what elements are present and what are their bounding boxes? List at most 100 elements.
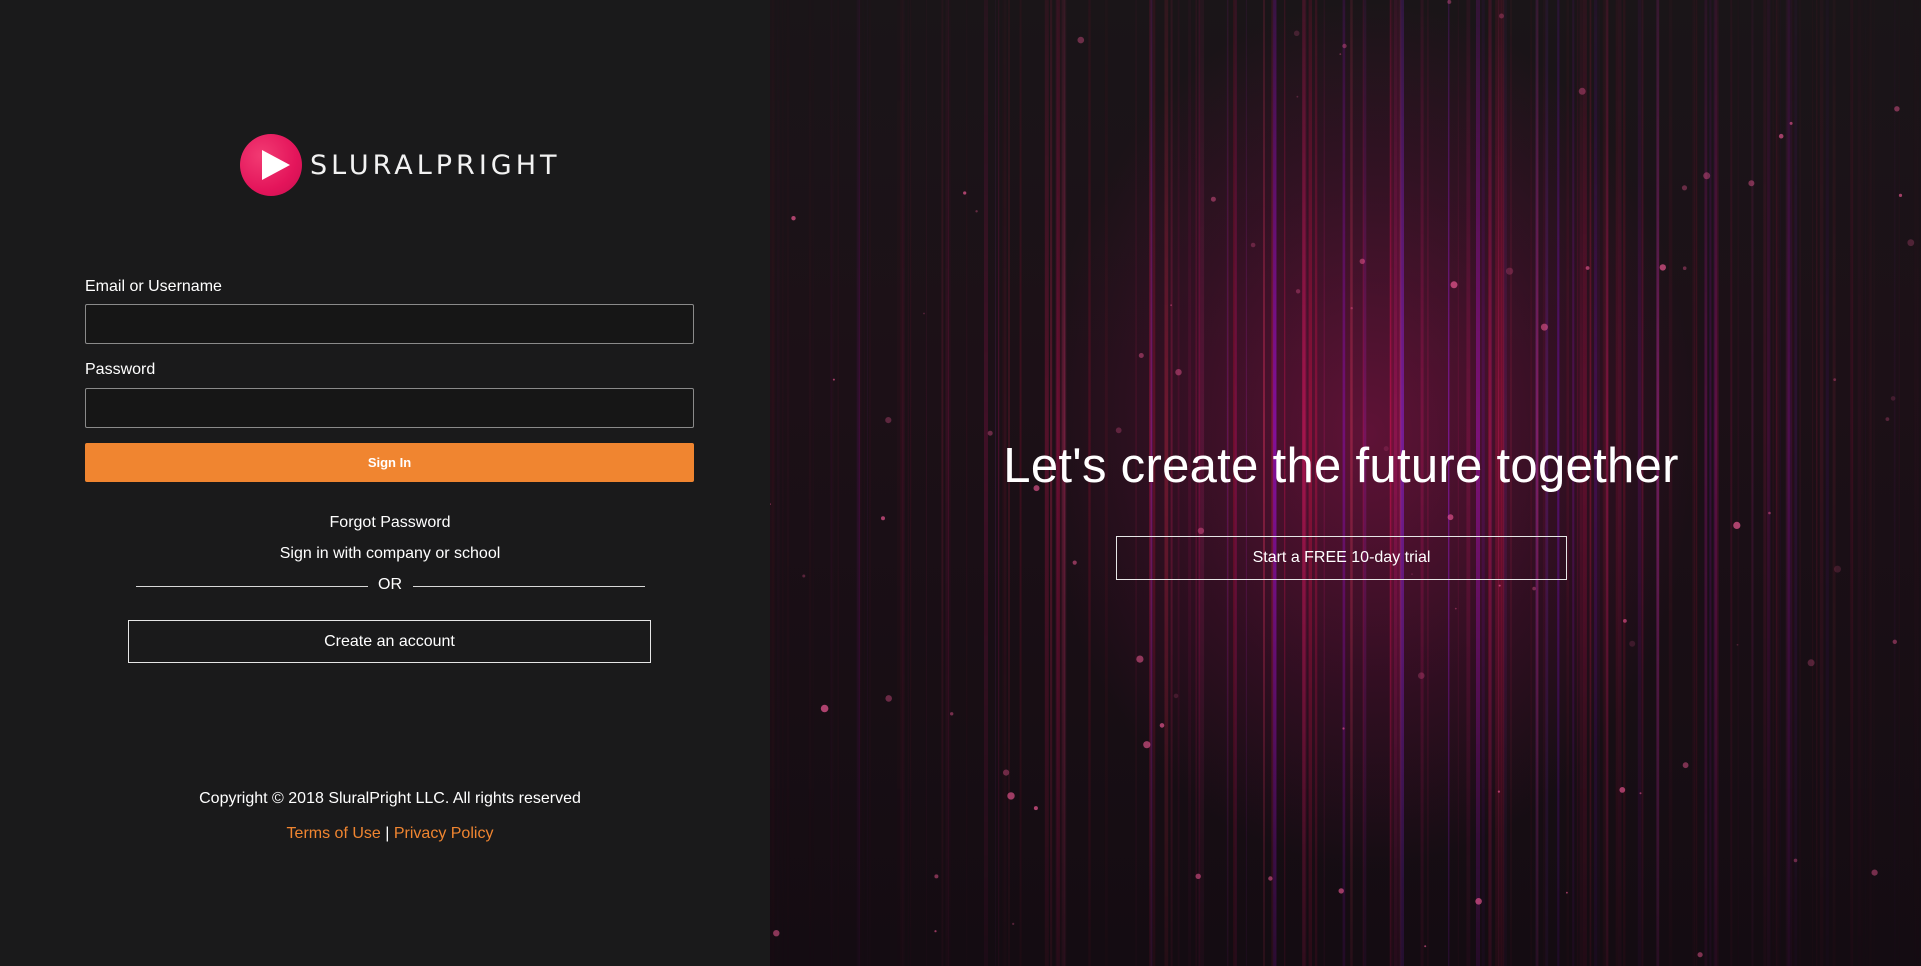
background-particle — [1498, 584, 1501, 587]
background-particle — [802, 574, 806, 578]
background-particle — [1697, 952, 1703, 958]
background-particle — [885, 695, 892, 702]
background-particle — [1418, 672, 1425, 679]
background-particle — [1210, 196, 1216, 202]
background-particle — [1143, 741, 1151, 749]
company-signin-link[interactable]: Sign in with company or school — [0, 545, 780, 563]
background-particle — [1748, 180, 1755, 187]
background-particle — [1197, 527, 1205, 534]
forgot-password-link[interactable]: Forgot Password — [0, 514, 780, 532]
background-particle — [1639, 792, 1642, 795]
background-particle — [1789, 121, 1793, 125]
background-particle — [1629, 640, 1636, 647]
background-particle — [1170, 304, 1172, 307]
terms-link[interactable]: Terms of Use — [287, 825, 381, 842]
background-particle — [1778, 133, 1784, 139]
background-particle — [1195, 873, 1201, 879]
background-particle — [1077, 36, 1085, 44]
background-particle — [1585, 266, 1590, 270]
background-particle — [1475, 898, 1482, 905]
background-particle — [1359, 258, 1365, 264]
background-particle — [1506, 267, 1514, 275]
background-particle — [832, 378, 835, 381]
background-particle — [1681, 185, 1688, 191]
background-particle — [1175, 369, 1182, 376]
username-input[interactable] — [85, 304, 694, 344]
background-particle — [1007, 792, 1015, 800]
background-particle — [1424, 945, 1427, 948]
background-particle — [1342, 727, 1345, 730]
background-particle — [773, 930, 780, 937]
background-particle — [1768, 511, 1771, 515]
copyright-text: Copyright © 2018 SluralPright LLC. All r… — [199, 790, 581, 807]
background-particle — [1659, 264, 1666, 271]
privacy-link[interactable]: Privacy Policy — [394, 825, 494, 842]
background-particle — [987, 430, 993, 436]
play-icon — [240, 134, 302, 196]
free-trial-button[interactable]: Start a FREE 10-day trial — [1116, 536, 1567, 580]
login-panel: SLURALPRIGHT Email or Username Password … — [0, 0, 770, 966]
password-input[interactable] — [85, 388, 694, 428]
background-particle — [1033, 806, 1038, 811]
background-particle — [1447, 0, 1452, 4]
background-particle — [1807, 659, 1815, 667]
background-particle — [1682, 762, 1689, 769]
background-particle — [1072, 560, 1077, 565]
background-particle — [950, 712, 954, 716]
background-particle — [1566, 891, 1568, 894]
background-particle — [1497, 790, 1500, 793]
background-particle — [1342, 43, 1347, 49]
brand-logo[interactable]: SLURALPRIGHT — [240, 134, 561, 196]
background-particle — [1003, 769, 1010, 776]
background-particle — [923, 312, 925, 315]
background-particle — [885, 417, 892, 424]
background-particle — [934, 874, 939, 879]
background-particle — [1833, 378, 1837, 381]
background-particle — [1834, 565, 1841, 573]
background-particle — [1293, 30, 1300, 37]
hero-title: Let's create the future together — [1003, 439, 1679, 493]
background-particle — [1296, 95, 1299, 98]
background-particle — [1736, 643, 1739, 646]
background-particle — [1012, 922, 1015, 926]
sign-in-button[interactable]: Sign In — [85, 443, 694, 482]
background-particle — [975, 210, 978, 213]
background-particle — [1499, 13, 1504, 19]
background-particle — [1350, 307, 1353, 310]
background-particle — [1890, 396, 1896, 401]
background-particle — [1295, 289, 1301, 294]
password-label: Password — [85, 361, 156, 378]
background-particle — [1173, 693, 1179, 699]
background-particle — [1894, 106, 1900, 112]
background-particle — [1159, 723, 1165, 728]
background-particle — [1338, 888, 1344, 894]
background-particle — [1733, 521, 1741, 530]
background-particle — [1898, 193, 1903, 197]
background-particle — [1450, 281, 1458, 289]
background-particle — [1892, 639, 1898, 644]
background-particle — [963, 191, 967, 195]
background-particle — [881, 516, 885, 521]
background-particle — [1682, 266, 1687, 271]
background-particle — [1532, 586, 1536, 591]
background-particle — [1578, 87, 1586, 95]
background-particle — [791, 216, 796, 221]
footer-separator: | — [385, 825, 390, 842]
background-particle — [1871, 869, 1878, 876]
background-particle — [820, 704, 829, 713]
background-particle — [1907, 239, 1915, 247]
background-particle — [1138, 353, 1144, 358]
background-particle — [1619, 787, 1626, 793]
username-label: Email or Username — [85, 278, 222, 295]
background-particle — [1136, 655, 1144, 663]
background-particle — [1540, 323, 1548, 331]
background-particle — [934, 930, 937, 933]
footer-links: Terms of Use | Privacy Policy — [0, 825, 780, 843]
background-particle — [1793, 858, 1798, 863]
background-particle — [1447, 514, 1454, 521]
background-particle — [1885, 417, 1890, 421]
create-account-button[interactable]: Create an account — [128, 620, 651, 663]
background-particle — [1339, 53, 1342, 55]
background-particle — [1454, 607, 1457, 610]
background-particle — [1703, 172, 1711, 180]
